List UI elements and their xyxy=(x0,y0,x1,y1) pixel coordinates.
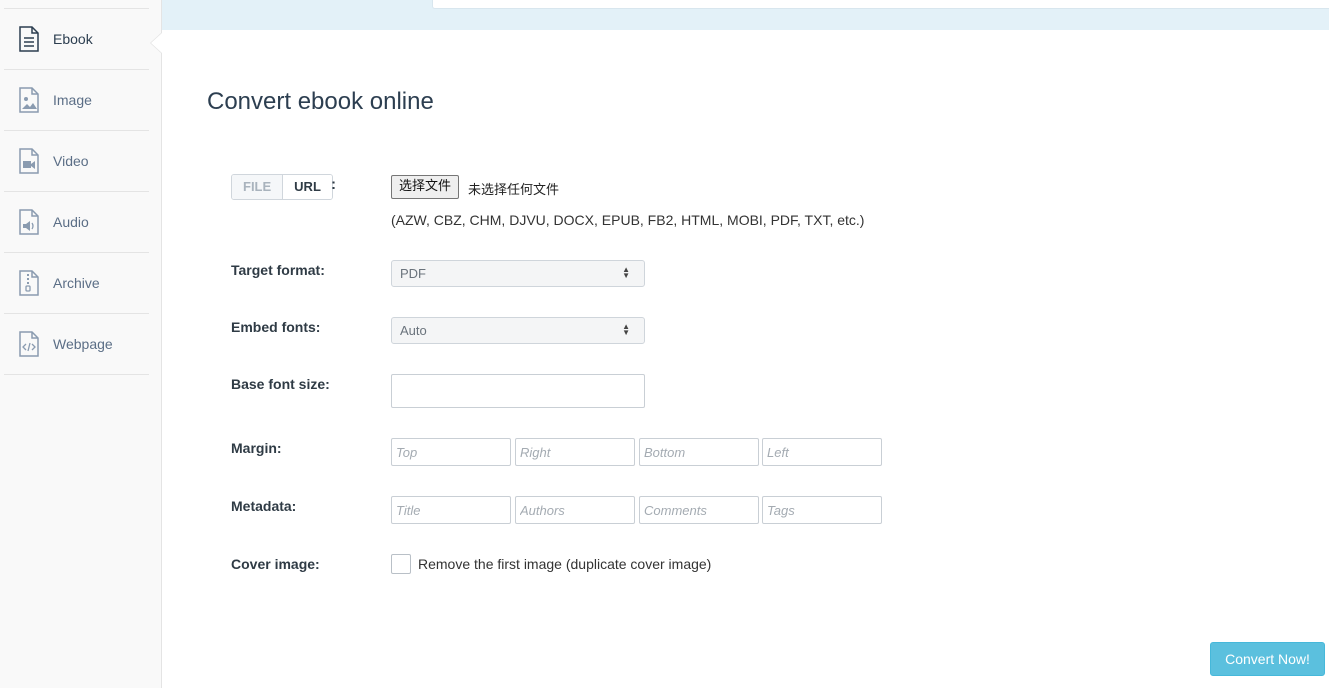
select-arrows-icon: ▲ ▼ xyxy=(622,265,630,280)
sidebar-item-label: Video xyxy=(53,153,89,169)
metadata-label: Metadata: xyxy=(231,498,297,514)
sidebar: Ebook Image Video Audio Archive Webpage xyxy=(0,0,162,688)
top-banner xyxy=(162,0,1329,30)
archive-icon xyxy=(18,270,40,296)
sidebar-item-label: Audio xyxy=(53,214,89,230)
sidebar-item-video[interactable]: Video xyxy=(4,131,149,192)
margin-right-input[interactable] xyxy=(515,438,635,466)
base-font-size-label: Base font size: xyxy=(231,376,330,392)
embed-fonts-value: Auto xyxy=(400,323,427,338)
source-toggle: FILE URL xyxy=(231,174,333,200)
page-title: Convert ebook online xyxy=(207,88,434,115)
toggle-url-button[interactable]: URL xyxy=(283,175,332,199)
embed-fonts-label: Embed fonts: xyxy=(231,319,321,335)
sidebar-item-label: Ebook xyxy=(53,31,93,47)
active-indicator xyxy=(151,33,162,53)
audio-icon xyxy=(18,209,40,235)
sidebar-item-webpage[interactable]: Webpage xyxy=(4,314,149,375)
margin-left-input[interactable] xyxy=(762,438,882,466)
remove-cover-checkbox-label[interactable]: Remove the first image (duplicate cover … xyxy=(418,556,711,572)
remove-cover-checkbox[interactable] xyxy=(391,554,411,574)
top-banner-box xyxy=(432,0,1329,9)
metadata-authors-input[interactable] xyxy=(515,496,635,524)
margin-bottom-input[interactable] xyxy=(639,438,759,466)
toggle-file-button[interactable]: FILE xyxy=(232,175,284,199)
ebook-icon xyxy=(18,26,40,52)
sidebar-item-label: Image xyxy=(53,92,92,108)
embed-fonts-select[interactable]: Auto ▲ ▼ xyxy=(391,317,645,344)
sidebar-item-label: Webpage xyxy=(53,336,113,352)
choose-file-button[interactable]: 选择文件 xyxy=(391,175,460,199)
target-format-value: PDF xyxy=(400,266,426,281)
base-font-size-input[interactable] xyxy=(391,374,645,408)
toggle-colon: : xyxy=(331,176,336,193)
file-status: 未选择任何文件 xyxy=(468,183,560,198)
convert-now-button[interactable]: Convert Now! xyxy=(1210,642,1325,676)
metadata-title-input[interactable] xyxy=(391,496,511,524)
metadata-comments-input[interactable] xyxy=(639,496,759,524)
target-format-label: Target format: xyxy=(231,262,325,278)
formats-hint: (AZW, CBZ, CHM, DJVU, DOCX, EPUB, FB2, H… xyxy=(391,212,865,228)
margin-label: Margin: xyxy=(231,440,282,456)
sidebar-item-archive[interactable]: Archive xyxy=(4,253,149,314)
cover-image-label: Cover image: xyxy=(231,556,320,572)
target-format-select[interactable]: PDF ▲ ▼ xyxy=(391,260,645,287)
sidebar-item-ebook[interactable]: Ebook xyxy=(4,9,149,70)
video-icon xyxy=(18,148,40,174)
image-icon xyxy=(18,87,40,113)
webpage-icon xyxy=(18,331,40,357)
metadata-tags-input[interactable] xyxy=(762,496,882,524)
sidebar-item-audio[interactable]: Audio xyxy=(4,192,149,253)
margin-top-input[interactable] xyxy=(391,438,511,466)
sidebar-item-image[interactable]: Image xyxy=(4,70,149,131)
select-arrows-icon: ▲ ▼ xyxy=(622,322,630,337)
sidebar-item-label: Archive xyxy=(53,275,100,291)
